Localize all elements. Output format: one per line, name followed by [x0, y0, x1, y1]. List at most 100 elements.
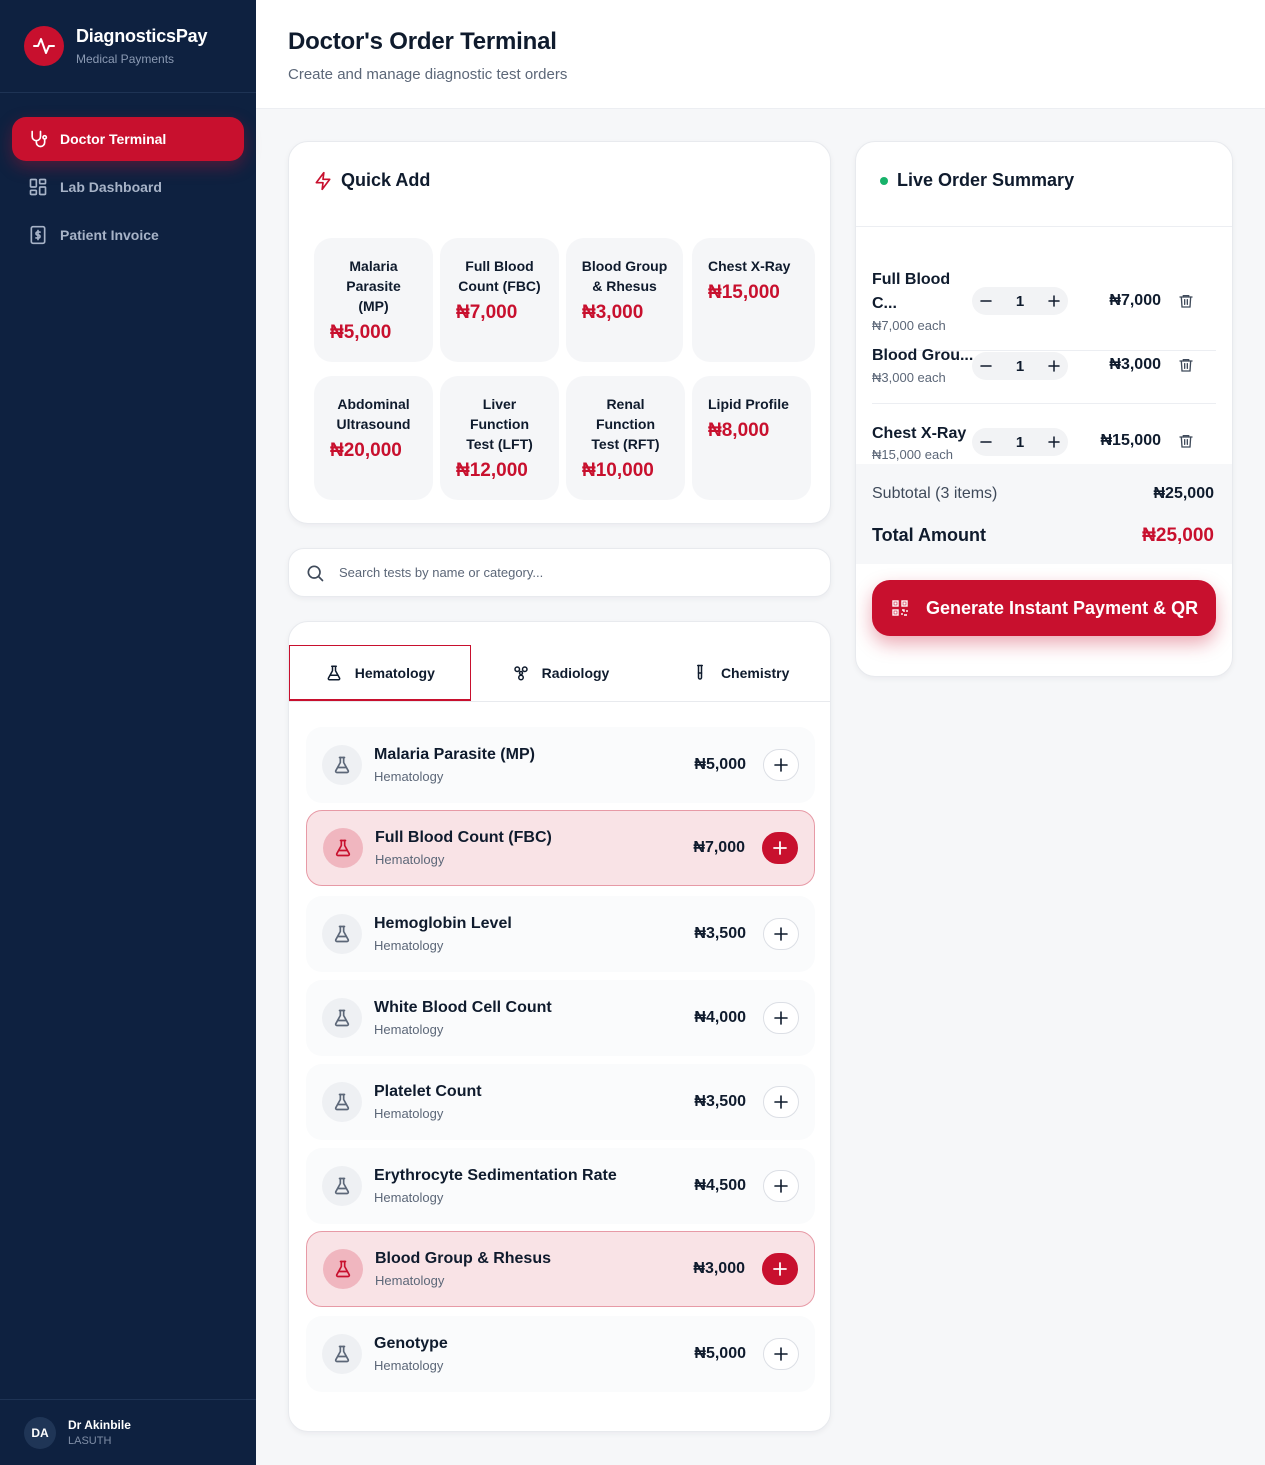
- summary-title: Live Order Summary: [880, 170, 1074, 191]
- quick-add-tile[interactable]: Chest X-Ray ₦15,000: [692, 238, 815, 362]
- quick-add-tile[interactable]: Lipid Profile ₦8,000: [692, 376, 811, 500]
- test-category: Hematology: [374, 1106, 444, 1121]
- plus-icon: [773, 841, 787, 855]
- tab-chemistry[interactable]: Chemistry: [650, 645, 830, 701]
- sidebar-item-label: Patient Invoice: [60, 227, 159, 243]
- test-row[interactable]: Platelet Count Hematology ₦3,500: [306, 1064, 815, 1140]
- test-category: Hematology: [374, 1358, 444, 1373]
- order-item-name: Chest X-Ray: [872, 425, 967, 442]
- trash-icon[interactable]: [1178, 432, 1194, 450]
- add-test-button[interactable]: [762, 832, 798, 864]
- search-bar[interactable]: [288, 548, 831, 597]
- tab-radiology[interactable]: Radiology: [471, 645, 651, 701]
- tile-price: ₦8,000: [708, 420, 770, 441]
- trash-icon[interactable]: [1178, 292, 1194, 310]
- brand: DiagnosticsPay Medical Payments: [0, 0, 256, 93]
- quick-add-tile[interactable]: Full Blood Count (FBC) ₦7,000: [440, 238, 559, 362]
- order-item-name: Full Blood C...: [872, 271, 951, 312]
- order-item: Blood Grou... ₦3,000 each 1 ₦3,000: [872, 344, 1217, 390]
- test-price: ₦4,500: [694, 1177, 746, 1194]
- test-price: ₦5,000: [694, 1345, 746, 1362]
- test-price: ₦3,500: [694, 1093, 746, 1110]
- add-test-button[interactable]: [763, 749, 799, 781]
- add-test-button[interactable]: [763, 1338, 799, 1370]
- order-item: Chest X-Ray ₦15,000 each 1 ₦15,000: [872, 420, 1217, 466]
- test-row[interactable]: Genotype Hematology ₦5,000: [306, 1316, 815, 1392]
- order-item-total: ₦3,000: [1109, 356, 1161, 373]
- subtotal-label: Subtotal (3 items): [872, 485, 998, 502]
- generate-payment-button[interactable]: Generate Instant Payment & QR: [872, 580, 1216, 636]
- tab-label: Radiology: [541, 665, 610, 681]
- live-status-dot: [880, 176, 888, 185]
- test-row[interactable]: White Blood Cell Count Hematology ₦4,000: [306, 980, 815, 1056]
- lightning-icon: [313, 171, 333, 191]
- order-item: Full Blood C... ₦7,000 each 1 ₦7,000: [872, 268, 1217, 334]
- add-test-button[interactable]: [763, 918, 799, 950]
- test-catalog-card: Hematology Radiology Chemistry Malaria P…: [288, 621, 831, 1432]
- flask-icon: [322, 745, 362, 785]
- sidebar-item-patient-invoice[interactable]: Patient Invoice: [12, 213, 244, 257]
- tile-price: ₦12,000: [456, 460, 528, 481]
- test-category: Hematology: [375, 1273, 445, 1288]
- quick-add-card: Quick Add Malaria Parasite (MP) ₦5,000 F…: [288, 141, 831, 524]
- tile-price: ₦15,000: [708, 282, 780, 303]
- brand-subtitle: Medical Payments: [76, 52, 175, 66]
- tile-price: ₦3,000: [582, 302, 644, 323]
- plus-icon[interactable]: [1048, 436, 1060, 448]
- test-row-selected[interactable]: Blood Group & Rhesus Hematology ₦3,000: [306, 1231, 815, 1307]
- tile-name: Malaria Parasite (MP): [346, 258, 401, 314]
- test-tube-icon: [691, 664, 709, 682]
- tab-hematology[interactable]: Hematology: [289, 645, 471, 701]
- invoice-icon: [28, 225, 48, 245]
- category-tabs: Hematology Radiology Chemistry: [289, 645, 830, 702]
- minus-icon[interactable]: [980, 436, 992, 448]
- order-item-total: ₦15,000: [1100, 432, 1162, 449]
- test-row[interactable]: Malaria Parasite (MP) Hematology ₦5,000: [306, 727, 815, 803]
- tile-name: Liver Function Test (LFT): [466, 396, 533, 452]
- quick-add-tile[interactable]: Liver Function Test (LFT) ₦12,000: [440, 376, 559, 500]
- minus-icon[interactable]: [980, 295, 992, 307]
- quick-add-tile[interactable]: Renal Function Test (RFT) ₦10,000: [566, 376, 685, 500]
- add-test-button[interactable]: [762, 1253, 798, 1285]
- tile-price: ₦10,000: [582, 460, 654, 481]
- tile-name: Lipid Profile: [708, 396, 789, 412]
- test-row[interactable]: Hemoglobin Level Hematology ₦3,500: [306, 896, 815, 972]
- trash-icon[interactable]: [1178, 356, 1194, 374]
- radiation-icon: [512, 664, 530, 682]
- flask-icon: [322, 1166, 362, 1206]
- flask-icon: [323, 828, 363, 868]
- plus-icon[interactable]: [1048, 360, 1060, 372]
- minus-icon[interactable]: [980, 360, 992, 372]
- flask-icon: [323, 1249, 363, 1289]
- sidebar-item-lab-dashboard[interactable]: Lab Dashboard: [12, 165, 244, 209]
- test-name: Full Blood Count (FBC): [375, 829, 552, 846]
- plus-icon: [774, 1347, 788, 1361]
- quick-add-tile[interactable]: Malaria Parasite (MP) ₦5,000: [314, 238, 433, 362]
- test-price: ₦3,000: [693, 1260, 745, 1277]
- qr-code-icon: [892, 600, 908, 616]
- quick-add-tile[interactable]: Blood Group & Rhesus ₦3,000: [566, 238, 683, 362]
- add-test-button[interactable]: [763, 1002, 799, 1034]
- add-test-button[interactable]: [763, 1170, 799, 1202]
- order-totals: Subtotal (3 items) ₦25,000 Total Amount …: [856, 464, 1232, 564]
- test-category: Hematology: [374, 769, 444, 784]
- grid-icon: [28, 177, 48, 197]
- quantity-stepper: 1: [972, 287, 1068, 315]
- add-test-button[interactable]: [763, 1086, 799, 1118]
- test-row[interactable]: Erythrocyte Sedimentation Rate Hematolog…: [306, 1148, 815, 1224]
- test-row-selected[interactable]: Full Blood Count (FBC) Hematology ₦7,000: [306, 810, 815, 886]
- flask-icon: [322, 914, 362, 954]
- sidebar-item-doctor-terminal[interactable]: Doctor Terminal: [12, 117, 244, 161]
- pulse-icon: [24, 26, 64, 66]
- user-profile[interactable]: DA Dr Akinbile LASUTH: [0, 1399, 256, 1465]
- total-label: Total Amount: [872, 525, 986, 545]
- flask-icon: [325, 664, 343, 682]
- page-title: Doctor's Order Terminal: [288, 28, 557, 55]
- sidebar-item-label: Doctor Terminal: [60, 131, 167, 147]
- test-category: Hematology: [375, 852, 445, 867]
- total-value: ₦25,000: [1142, 525, 1214, 546]
- quick-add-tile[interactable]: Abdominal Ultrasound ₦20,000: [314, 376, 433, 500]
- test-name: White Blood Cell Count: [374, 999, 552, 1016]
- search-input[interactable]: [339, 565, 779, 580]
- plus-icon[interactable]: [1048, 295, 1060, 307]
